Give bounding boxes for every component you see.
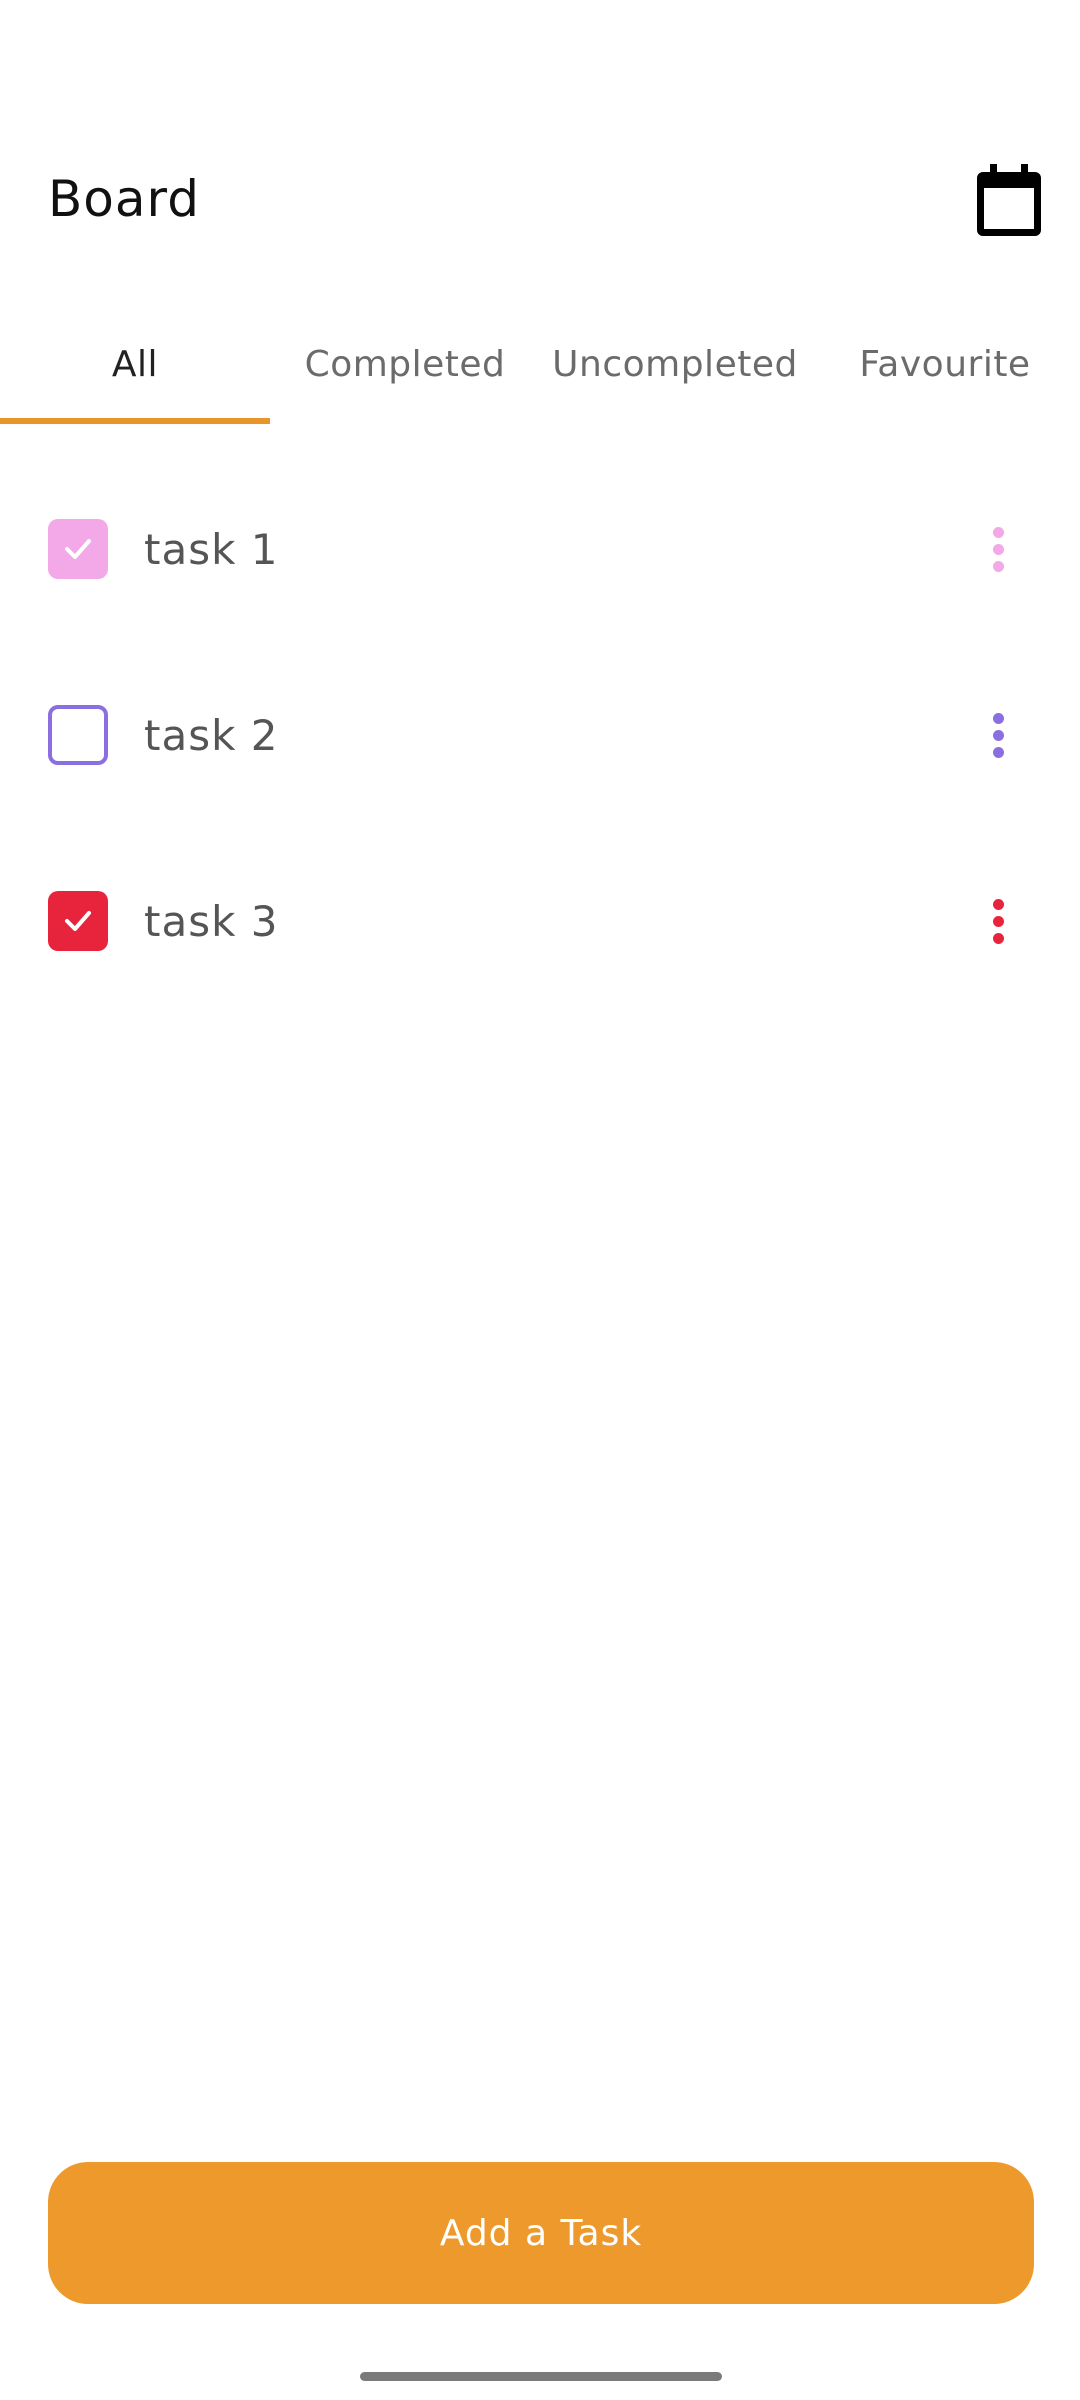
- calendar-icon: [977, 164, 1041, 236]
- tab-uncompleted[interactable]: Uncompleted: [540, 300, 810, 428]
- task-label: task 1: [144, 524, 279, 574]
- tab-label: Completed: [304, 343, 506, 385]
- page-title: Board: [48, 170, 200, 228]
- task-row-3[interactable]: task 3: [0, 828, 1080, 1014]
- more-vertical-icon: [992, 712, 1004, 758]
- filter-tabs: All Completed Uncompleted Favourite: [0, 300, 1080, 428]
- task-label: task 3: [144, 896, 279, 946]
- check-icon: [65, 911, 91, 931]
- board-screen: Board All Completed Uncompleted Favourit…: [0, 0, 1080, 2400]
- task-label: task 2: [144, 710, 279, 760]
- task-menu-button[interactable]: [970, 881, 1026, 961]
- task-checkbox[interactable]: [48, 519, 108, 579]
- more-vertical-icon: [992, 526, 1004, 572]
- task-list: task 1 task 2 task 3: [0, 456, 1080, 1014]
- task-checkbox[interactable]: [48, 891, 108, 951]
- more-vertical-icon: [992, 898, 1004, 944]
- tab-label: All: [111, 343, 159, 385]
- home-indicator[interactable]: [360, 2372, 722, 2381]
- task-menu-button[interactable]: [970, 509, 1026, 589]
- task-row-2[interactable]: task 2: [0, 642, 1080, 828]
- tab-all[interactable]: All: [0, 300, 270, 428]
- app-header: Board: [0, 150, 1080, 260]
- task-row-1[interactable]: task 1: [0, 456, 1080, 642]
- add-task-button[interactable]: Add a Task: [48, 2162, 1034, 2304]
- calendar-button[interactable]: [974, 162, 1044, 240]
- task-checkbox[interactable]: [48, 705, 108, 765]
- active-tab-indicator: [0, 418, 270, 424]
- add-task-label: Add a Task: [439, 2212, 643, 2254]
- check-icon: [65, 539, 91, 559]
- task-menu-button[interactable]: [970, 695, 1026, 775]
- tab-favourite[interactable]: Favourite: [810, 300, 1080, 428]
- tab-label: Uncompleted: [552, 343, 798, 385]
- tab-completed[interactable]: Completed: [270, 300, 540, 428]
- tab-label: Favourite: [859, 343, 1031, 385]
